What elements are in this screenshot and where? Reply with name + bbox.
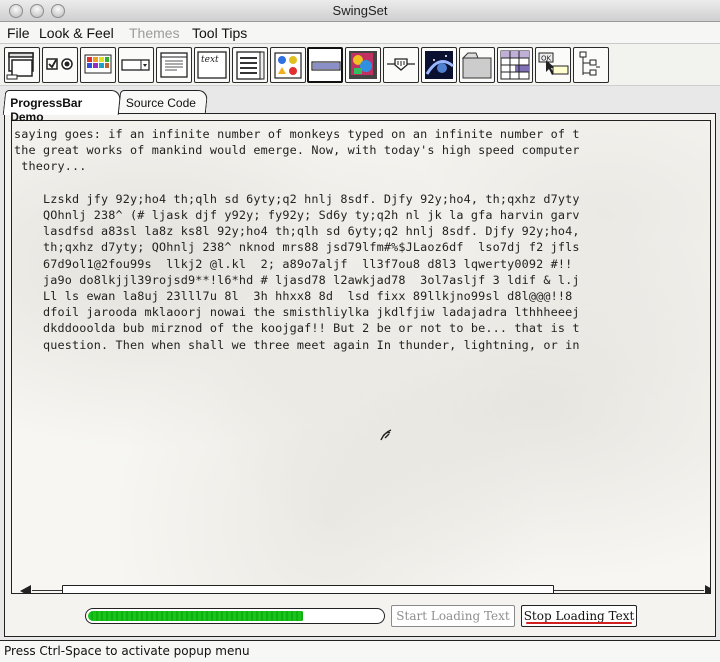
- menu-look-and-feel[interactable]: Look & Feel: [39, 25, 114, 41]
- color-chooser-button[interactable]: [80, 47, 116, 83]
- loading-progress-bar: [85, 608, 385, 624]
- demo-toolbar: text OK: [0, 44, 720, 86]
- tree-icon: [579, 51, 600, 76]
- progress-fill: [88, 611, 303, 621]
- file-chooser-icon: [160, 52, 188, 78]
- text-area-scroll-pane[interactable]: saying goes: if an infinite number of mo…: [11, 120, 711, 594]
- combobox-button[interactable]: [118, 47, 154, 83]
- tab-source-code-label: Source Code: [125, 96, 196, 110]
- slider-icon: [387, 58, 415, 71]
- tab-progressbar-demo-label: ProgressBar Demo: [10, 96, 83, 124]
- slider-button[interactable]: [383, 47, 419, 83]
- menu-themes[interactable]: Themes: [129, 25, 180, 41]
- menu-bar: File Look & Feel Themes Tool Tips: [0, 22, 720, 44]
- stop-loading-button[interactable]: Stop Loading Text: [521, 605, 637, 627]
- scroll-pane-button[interactable]: [345, 47, 381, 83]
- scroll-thumb[interactable]: [62, 585, 554, 593]
- option-pane-icon: [274, 52, 302, 79]
- mouse-cursor-icon: [380, 429, 392, 441]
- title-bar: SwingSet: [0, 0, 720, 22]
- start-loading-button[interactable]: Start Loading Text: [391, 605, 515, 627]
- checkbox-radio-button[interactable]: [42, 47, 78, 83]
- text-editor-icon: text: [197, 51, 227, 79]
- tree-button[interactable]: [573, 47, 609, 83]
- split-pane-button[interactable]: [421, 47, 457, 83]
- scroll-left-arrow-icon[interactable]: [20, 585, 31, 593]
- status-bar: Press Ctrl-Space to activate popup menu: [0, 640, 720, 662]
- option-pane-button[interactable]: [270, 47, 306, 83]
- menu-tool-tips[interactable]: Tool Tips: [192, 25, 247, 41]
- tabbed-pane-button[interactable]: [459, 47, 495, 83]
- tooltip-button[interactable]: OK: [535, 47, 571, 83]
- tab-source-code[interactable]: Source Code: [117, 90, 209, 114]
- combobox-icon: [121, 59, 150, 71]
- tooltip-icon: OK: [538, 52, 569, 75]
- split-pane-icon: [425, 51, 454, 79]
- menu-file[interactable]: File: [7, 25, 30, 41]
- scroll-pane-icon: [349, 51, 377, 79]
- internal-frame-icon: [6, 52, 34, 80]
- text-editor-button[interactable]: text: [194, 47, 230, 83]
- color-chooser-icon: [84, 54, 112, 74]
- horizontal-scrollbar[interactable]: [20, 584, 710, 593]
- internal-frame-button[interactable]: [4, 47, 40, 83]
- tabbed-pane-icon: [461, 52, 492, 79]
- progress-bar-icon: [311, 61, 341, 71]
- progress-bar-button[interactable]: [307, 47, 343, 83]
- progressbar-demo-panel: saying goes: if an infinite number of mo…: [4, 113, 716, 637]
- list-button[interactable]: [232, 47, 268, 83]
- table-button[interactable]: [497, 47, 533, 83]
- text-editor-icon-label: text: [201, 55, 219, 65]
- window-title: SwingSet: [332, 3, 388, 18]
- checkbox-radio-icon: [46, 58, 73, 70]
- loaded-text-area[interactable]: saying goes: if an infinite number of mo…: [14, 126, 709, 353]
- list-icon: [236, 51, 265, 80]
- table-icon: [500, 50, 530, 80]
- tab-progressbar-demo[interactable]: ProgressBar Demo: [2, 90, 122, 124]
- scroll-right-arrow-icon[interactable]: [705, 585, 710, 593]
- file-chooser-button[interactable]: [156, 47, 192, 83]
